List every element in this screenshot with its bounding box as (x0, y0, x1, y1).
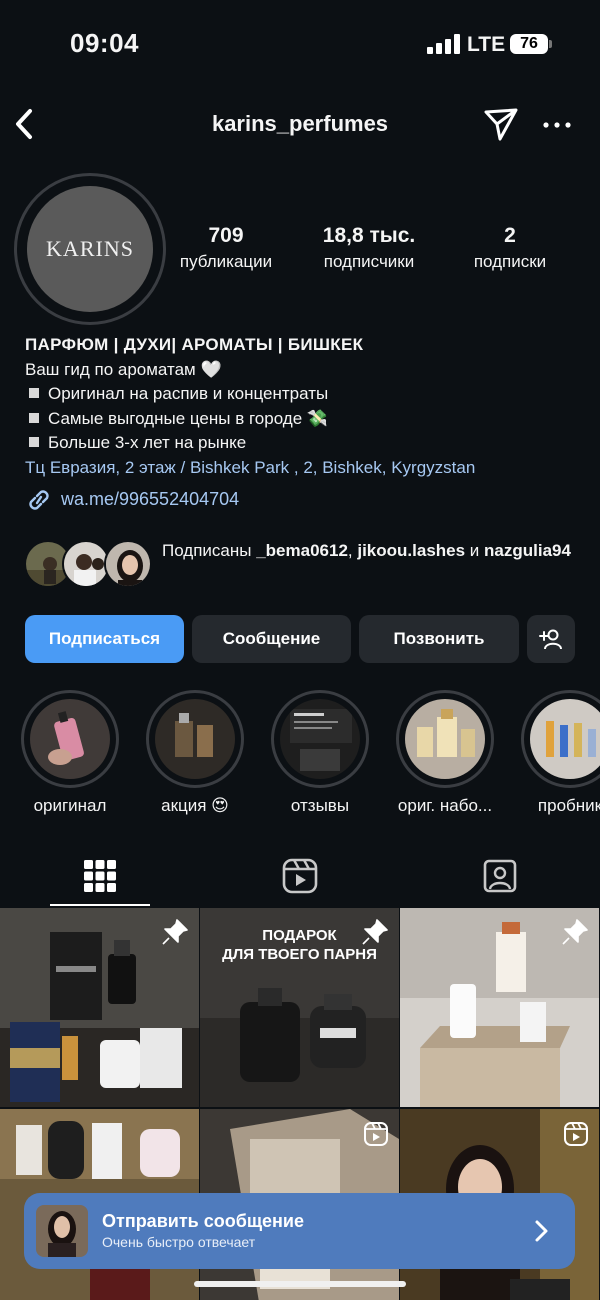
bio-line: Ваш гид по ароматам 🤍 (25, 359, 222, 379)
highlight-cover (280, 699, 360, 779)
more-options-button[interactable] (540, 108, 574, 142)
avatar (62, 540, 110, 588)
highlight-ring (271, 690, 369, 788)
stat-label: подписки (473, 252, 547, 271)
reels-icon (364, 1122, 388, 1146)
call-button[interactable]: Позвонить (359, 615, 519, 663)
post-thumbnail[interactable]: ПОДАРОК ДЛЯ ТВОЕГО ПАРНЯ (200, 908, 399, 1107)
followed-prefix: Подписаны (162, 541, 257, 560)
profile-avatar-ring[interactable]: KARINS (14, 173, 166, 325)
message-button[interactable]: Сообщение (192, 615, 351, 663)
stat-following[interactable]: 2 подписки (455, 224, 565, 272)
network-label: LTE (467, 33, 506, 56)
top-nav: karins_perfumes (0, 100, 600, 150)
banner-title: Отправить сообщение (102, 1211, 304, 1231)
highlight-label: пробник (537, 796, 600, 815)
stat-label: подписчики (323, 252, 415, 271)
reels-icon (564, 1122, 588, 1146)
story-highlight[interactable]: акция 😍 (145, 690, 245, 816)
bio-bullet: Больше 3-х лет на рынке (25, 431, 590, 456)
avatar (36, 1205, 88, 1257)
avatar: KARINS (27, 186, 153, 312)
pin-icon (562, 919, 588, 945)
highlight-ring (521, 690, 600, 788)
ellipsis-icon (543, 122, 571, 128)
story-highlight[interactable]: пробник (520, 690, 600, 816)
link-icon (29, 490, 49, 510)
follower-username[interactable]: _bema0612 (256, 541, 348, 560)
story-highlight[interactable]: ориг. набо... (395, 690, 495, 816)
follower-username[interactable]: jikoou.lashes (357, 541, 465, 560)
square-bullet-icon (29, 388, 39, 398)
square-bullet-icon (29, 437, 39, 447)
stat-value: 709 (208, 224, 244, 247)
bio-bullet-text: Оригинал на распив и концентраты (48, 384, 329, 403)
home-indicator[interactable] (194, 1281, 406, 1287)
profile-bio: ПАРФЮМ | ДУХИ| АРОМАТЫ | БИШКЕК Ваш гид … (25, 333, 590, 480)
highlight-cover (30, 699, 110, 779)
followed-by-text: Подписаны _bema0612, jikoou.lashes и naz… (162, 539, 592, 563)
bio-address-link[interactable]: Тц Евразия, 2 этаж / Bishkek Park , 2, B… (25, 456, 590, 481)
followed-by-row[interactable]: Подписаны _bema0612, jikoou.lashes и naz… (24, 538, 594, 590)
add-user-icon (539, 629, 562, 650)
follower-username[interactable]: nazgulia94 (484, 541, 571, 560)
separator: и (465, 541, 485, 560)
post-thumbnail[interactable] (0, 908, 199, 1107)
highlight-label: оригинал (33, 796, 107, 815)
highlight-label: акция 😍 (161, 796, 229, 815)
avatar (104, 540, 152, 588)
highlight-ring (146, 690, 244, 788)
tab-posts[interactable] (80, 856, 120, 896)
pin-icon (162, 919, 188, 945)
signal-icon (427, 34, 461, 54)
bio-bullet-text: Больше 3-х лет на рынке (48, 433, 247, 452)
bio-title: ПАРФЮМ | ДУХИ| АРОМАТЫ | БИШКЕК (25, 335, 364, 354)
highlight-label: ориг. набо... (397, 796, 493, 815)
tab-reels[interactable] (280, 856, 320, 896)
share-profile-button[interactable] (482, 105, 520, 143)
reels-icon (282, 858, 318, 894)
status-bar: 09:04 LTE 76 (0, 0, 600, 90)
send-message-banner[interactable]: Отправить сообщение Очень быстро отвечае… (24, 1193, 575, 1269)
highlight-cover (155, 699, 235, 779)
highlight-cover (405, 699, 485, 779)
avatar-logo-text: KARINS (46, 236, 134, 261)
post-thumbnail[interactable] (400, 908, 599, 1107)
separator: , (347, 541, 358, 560)
profile-tabs (0, 848, 600, 908)
bio-bullet: Самые выгодные цены в городе 💸 (25, 407, 590, 432)
stat-label: публикации (179, 252, 273, 271)
active-tab-indicator (50, 904, 150, 906)
tagged-icon (483, 859, 517, 893)
highlight-ring (21, 690, 119, 788)
highlight-ring (396, 690, 494, 788)
suggested-users-button[interactable] (527, 615, 575, 663)
story-highlight[interactable]: оригинал (20, 690, 120, 816)
battery-tip (549, 40, 552, 48)
bio-bullet-text: Самые выгодные цены в городе 💸 (48, 408, 329, 428)
tab-tagged[interactable] (480, 856, 520, 896)
banner-subtitle: Очень быстро отвечает (102, 1234, 256, 1250)
stat-value: 18,8 тыс. (322, 224, 416, 247)
grid-icon (84, 860, 116, 892)
follow-button[interactable]: Подписаться (25, 615, 184, 663)
stat-followers[interactable]: 18,8 тыс. подписчики (304, 224, 434, 272)
post-text-line: ДЛЯ ТВОЕГО ПАРНЯ (222, 946, 377, 963)
square-bullet-icon (29, 412, 39, 423)
bio-bullet: Оригинал на распив и концентраты (25, 382, 590, 407)
pin-icon (362, 919, 388, 945)
paper-plane-icon (484, 108, 518, 141)
highlight-cover (530, 699, 600, 779)
link-text: wa.me/996552404704 (61, 489, 240, 509)
highlight-label: отзывы (290, 796, 350, 815)
stat-value: 2 (504, 224, 516, 247)
chevron-right-icon (535, 1220, 548, 1242)
stat-posts[interactable]: 709 публикации (166, 224, 286, 272)
story-highlight[interactable]: отзывы (270, 690, 370, 816)
battery-icon: 76 (510, 34, 548, 54)
clock: 09:04 (70, 28, 139, 58)
